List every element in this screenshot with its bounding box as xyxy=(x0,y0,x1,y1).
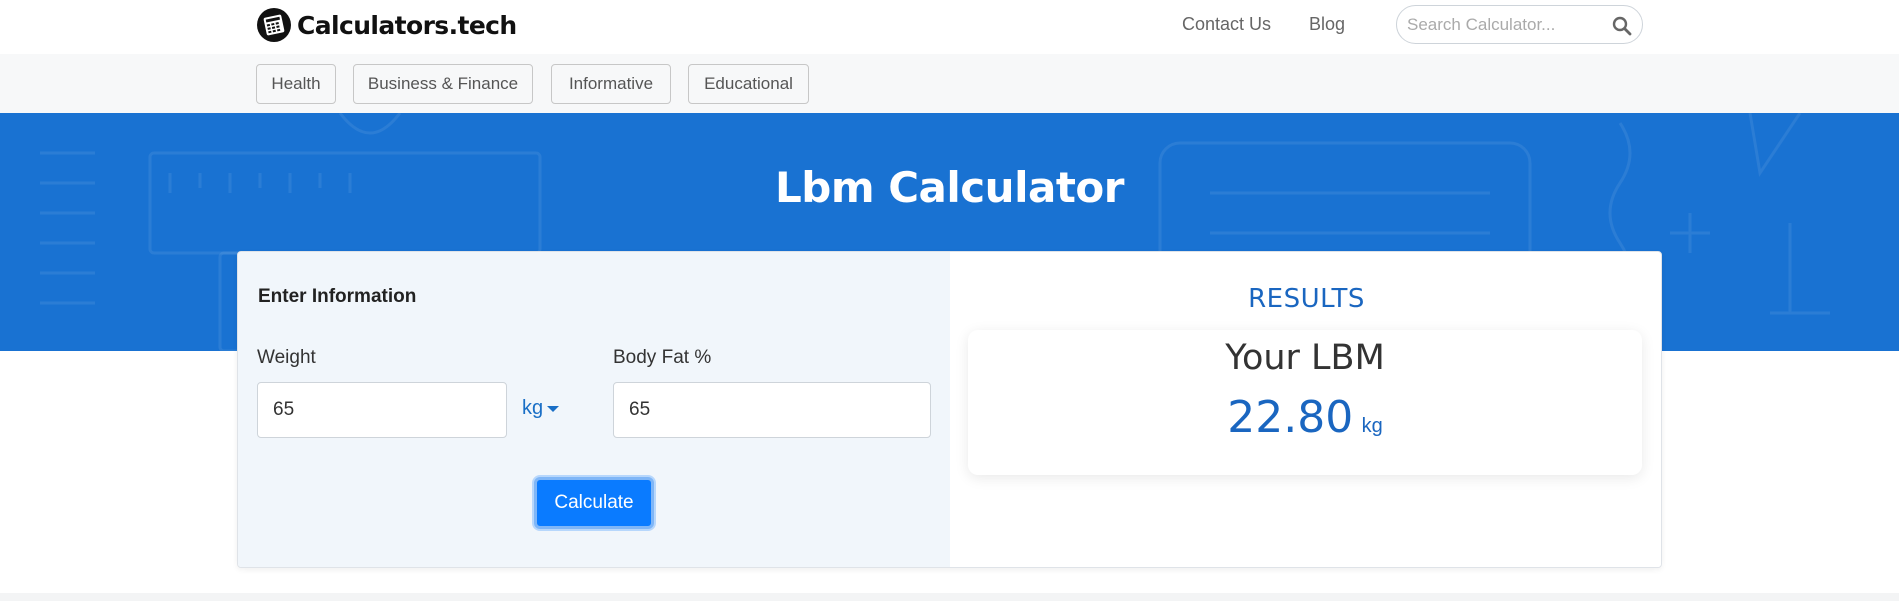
category-health[interactable]: Health xyxy=(256,64,336,104)
category-business-finance[interactable]: Business & Finance xyxy=(353,64,533,104)
category-informative[interactable]: Informative xyxy=(551,64,671,104)
result-value: 22.80 xyxy=(1227,392,1354,443)
result-label: Your LBM xyxy=(1225,338,1385,378)
results-panel: RESULTS Your LBM 22.80 kg xyxy=(950,252,1661,567)
search-box xyxy=(1396,5,1643,44)
top-header: Calculators.tech Contact Us Blog xyxy=(0,0,1899,54)
nav-contact-us[interactable]: Contact Us xyxy=(1182,14,1271,35)
body-fat-label: Body Fat % xyxy=(613,347,712,368)
calculator-icon xyxy=(257,8,291,42)
weight-label: Weight xyxy=(257,347,316,368)
section-title: Enter Information xyxy=(258,286,417,307)
search-icon[interactable] xyxy=(1612,16,1632,36)
bottom-divider xyxy=(0,593,1899,601)
page-title: Lbm Calculator xyxy=(775,163,1124,212)
results-heading: RESULTS xyxy=(1248,284,1365,314)
weight-unit-dropdown[interactable]: kg xyxy=(522,397,560,420)
weight-input[interactable] xyxy=(257,382,507,438)
weight-unit-label: kg xyxy=(522,397,544,419)
category-bar: Health Business & Finance Informative Ed… xyxy=(0,54,1899,113)
category-educational[interactable]: Educational xyxy=(688,64,809,104)
nav-blog[interactable]: Blog xyxy=(1309,14,1345,35)
site-logo[interactable]: Calculators.tech xyxy=(257,8,517,42)
body-fat-input[interactable] xyxy=(613,382,931,438)
calculate-button[interactable]: Calculate xyxy=(534,477,654,529)
result-box: Your LBM 22.80 kg xyxy=(968,330,1642,475)
brand-name: Calculators.tech xyxy=(297,10,517,40)
calculator-card: Enter Information Weight kg Body Fat % C… xyxy=(237,251,1662,568)
search-input[interactable] xyxy=(1407,14,1607,35)
result-unit: kg xyxy=(1361,415,1383,437)
result-value-row: 22.80 kg xyxy=(968,392,1642,443)
input-panel: Enter Information Weight kg Body Fat % C… xyxy=(238,252,950,567)
caret-down-icon xyxy=(547,405,560,412)
